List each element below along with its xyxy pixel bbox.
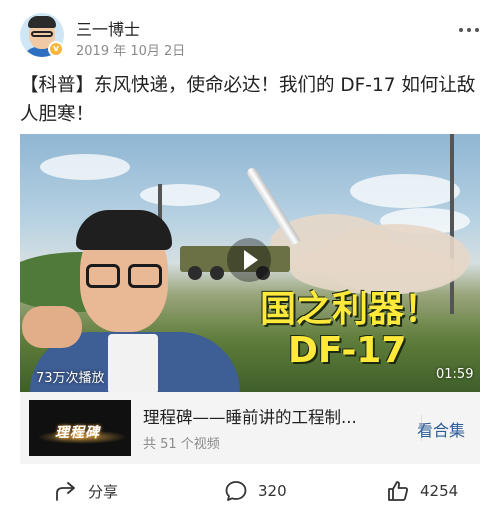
play-icon[interactable] xyxy=(227,238,271,282)
action-bar: 分享 320 4254 xyxy=(0,472,500,512)
like-button[interactable]: 4254 xyxy=(386,478,458,504)
verified-badge-icon: v xyxy=(48,41,64,57)
share-button[interactable]: 分享 xyxy=(54,478,118,504)
post-header: v 三一博士 2019 年 10月 2日 xyxy=(0,0,500,64)
video-overlay-subtitle: DF-17 xyxy=(288,330,407,371)
comment-icon xyxy=(225,481,247,501)
share-icon xyxy=(56,482,75,501)
post-text: 【科普】东风快递，使命必达！我们的 DF-17 如何让敌人胆寒！ xyxy=(20,75,476,125)
like-count: 4254 xyxy=(420,482,459,500)
video-overlay-title: 国之利器！ xyxy=(260,289,441,330)
view-count: 73万次播放 xyxy=(36,371,105,386)
view-collection-link[interactable]: 看合集 xyxy=(417,417,465,441)
video-player[interactable]: 国之利器！ DF-17 73万次播放 01:59 xyxy=(20,134,480,392)
collection-thumbnail-text: 理程碑 xyxy=(55,425,100,441)
post-date: 2019 年 10月 2日 xyxy=(76,44,186,59)
like-icon xyxy=(388,481,408,501)
more-icon[interactable] xyxy=(458,22,480,38)
share-label: 分享 xyxy=(88,482,119,501)
comment-button[interactable]: 320 xyxy=(224,478,287,504)
collection-card[interactable]: 理程碑 理程碑——睡前讲的工程制... 共 51 个视频 看合集 xyxy=(20,392,480,464)
author-name[interactable]: 三一博士 xyxy=(76,16,140,40)
collection-thumbnail: 理程碑 xyxy=(29,400,131,456)
antenna xyxy=(450,134,454,314)
video-duration: 01:59 xyxy=(436,367,474,382)
presenter-image xyxy=(20,204,240,392)
collection-count: 共 51 个视频 xyxy=(143,437,220,452)
collection-title: 理程碑——睡前讲的工程制... xyxy=(143,408,357,427)
comment-count: 320 xyxy=(258,482,287,500)
